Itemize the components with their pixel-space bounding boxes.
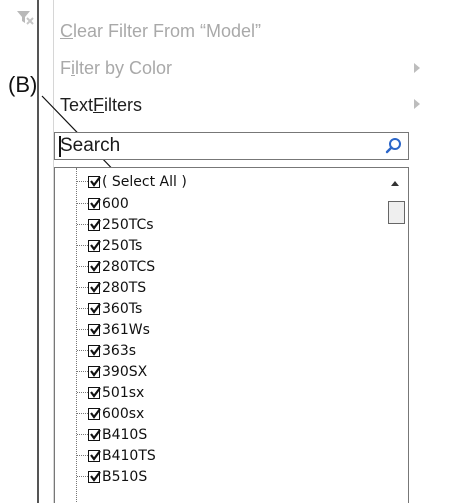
checkmark-icon — [90, 323, 101, 335]
clear-filter-label-suffix: lear Filter From “Model” — [73, 20, 262, 41]
tree-branch — [77, 287, 88, 288]
filter-values-list[interactable]: ( Select All ) 600 250TCs 250Ts 280TCS 2… — [54, 167, 409, 503]
clear-filter-accelerator: C — [60, 20, 73, 41]
checkmark-icon — [90, 218, 101, 230]
value-checkbox[interactable] — [88, 428, 101, 441]
list-item[interactable]: 361Ws — [77, 321, 367, 338]
checkmark-icon — [90, 260, 101, 272]
list-item[interactable]: 250Ts — [77, 237, 367, 254]
value-checkbox[interactable] — [88, 218, 101, 231]
checkmark-icon — [90, 428, 101, 440]
checkmark-icon — [90, 344, 101, 356]
clear-filter-icon — [17, 11, 34, 25]
list-item-label: B410S — [102, 426, 148, 443]
list-item-label: 390SX — [102, 363, 148, 380]
value-checkbox[interactable] — [88, 302, 101, 315]
list-item[interactable]: 280TCS — [77, 258, 367, 275]
search-icon[interactable] — [384, 136, 404, 156]
search-input-value: Search — [60, 135, 121, 156]
checkmark-icon — [90, 470, 101, 482]
screenshot-stage: Clear Filter From “Model” Fi lter by Colo… — [0, 0, 470, 503]
chevron-right-icon — [414, 99, 420, 109]
tree-branch — [77, 224, 88, 225]
value-checkbox[interactable] — [88, 449, 101, 462]
value-checkbox[interactable] — [88, 197, 101, 210]
list-item[interactable]: 390SX — [77, 363, 367, 380]
menu-item-text-filters[interactable]: Text Filters — [60, 87, 406, 123]
list-item-label: 250Ts — [102, 237, 143, 254]
list-item-label: 280TS — [102, 279, 147, 296]
checkmark-icon — [90, 175, 101, 187]
search-input[interactable]: Search — [54, 132, 409, 160]
list-item[interactable]: B410S — [77, 426, 367, 443]
list-item[interactable]: 600 — [77, 195, 367, 212]
tree-branch — [77, 476, 88, 477]
callout-label-b: (B) — [8, 72, 38, 97]
tree-branch — [77, 266, 88, 267]
list-item-label: 280TCS — [102, 258, 156, 275]
filter-by-color-label-prefix: F — [60, 57, 71, 78]
list-item[interactable]: 501sx — [77, 384, 367, 401]
menu-item-clear-filter[interactable]: Clear Filter From “Model” — [60, 13, 406, 49]
tree-branch — [77, 329, 88, 330]
tree-branch — [77, 181, 88, 182]
value-checkbox[interactable] — [88, 407, 101, 420]
tree-branch — [77, 434, 88, 435]
scroll-up-icon[interactable] — [391, 181, 399, 186]
checkmark-icon — [90, 239, 101, 251]
tree-branch — [77, 371, 88, 372]
scrollbar-thumb[interactable] — [388, 201, 405, 224]
list-item[interactable]: 360Ts — [77, 300, 367, 317]
list-item-label: 363s — [102, 342, 137, 359]
checkmark-icon — [90, 449, 101, 461]
list-item-label: 361Ws — [102, 321, 150, 338]
value-checkbox[interactable] — [88, 260, 101, 273]
value-checkbox[interactable] — [88, 470, 101, 483]
list-item-label: B410TS — [102, 447, 156, 464]
chevron-right-icon — [414, 63, 420, 73]
filter-by-color-label-suffix: lter by Color — [75, 57, 173, 78]
tree-branch — [77, 413, 88, 414]
value-checkbox[interactable] — [88, 344, 101, 357]
checkmark-icon — [90, 197, 101, 209]
value-checkbox[interactable] — [88, 239, 101, 252]
checkmark-icon — [90, 281, 101, 293]
list-item-label: 501sx — [102, 384, 145, 401]
vertical-scrollbar[interactable] — [386, 168, 408, 503]
text-filters-label-prefix: Text — [60, 94, 94, 115]
list-item[interactable]: 600sx — [77, 405, 367, 422]
list-item[interactable]: 280TS — [77, 279, 367, 296]
tree-branch — [77, 392, 88, 393]
checkmark-icon — [90, 407, 101, 419]
list-item[interactable]: 363s — [77, 342, 367, 359]
list-item-label: 250TCs — [102, 216, 154, 233]
tree-branch — [77, 203, 88, 204]
checkmark-icon — [90, 302, 101, 314]
select-all-checkbox[interactable] — [88, 175, 101, 188]
value-checkbox[interactable] — [88, 365, 101, 378]
list-item[interactable]: B510S — [77, 468, 367, 485]
list-item-label: 600sx — [102, 405, 145, 422]
list-item-label: ( Select All ) — [102, 173, 187, 190]
value-checkbox[interactable] — [88, 386, 101, 399]
list-item-label: 600 — [102, 195, 129, 212]
tree-branch — [77, 308, 88, 309]
checkmark-icon — [90, 386, 101, 398]
menu-item-filter-by-color[interactable]: Fi lter by Color — [60, 50, 406, 86]
text-filters-accelerator: F — [93, 94, 105, 115]
list-item-select-all[interactable]: ( Select All ) — [77, 173, 367, 190]
value-checkbox[interactable] — [88, 323, 101, 336]
list-item[interactable]: B410TS — [77, 447, 367, 464]
checkmark-icon — [90, 365, 101, 377]
tree-branch — [77, 350, 88, 351]
tree-branch — [77, 245, 88, 246]
list-item-label: 360Ts — [102, 300, 143, 317]
list-item-label: B510S — [102, 468, 148, 485]
list-item[interactable]: 250TCs — [77, 216, 367, 233]
text-filters-label-suffix: ilters — [104, 94, 143, 115]
tree-branch — [77, 455, 88, 456]
value-checkbox[interactable] — [88, 281, 101, 294]
